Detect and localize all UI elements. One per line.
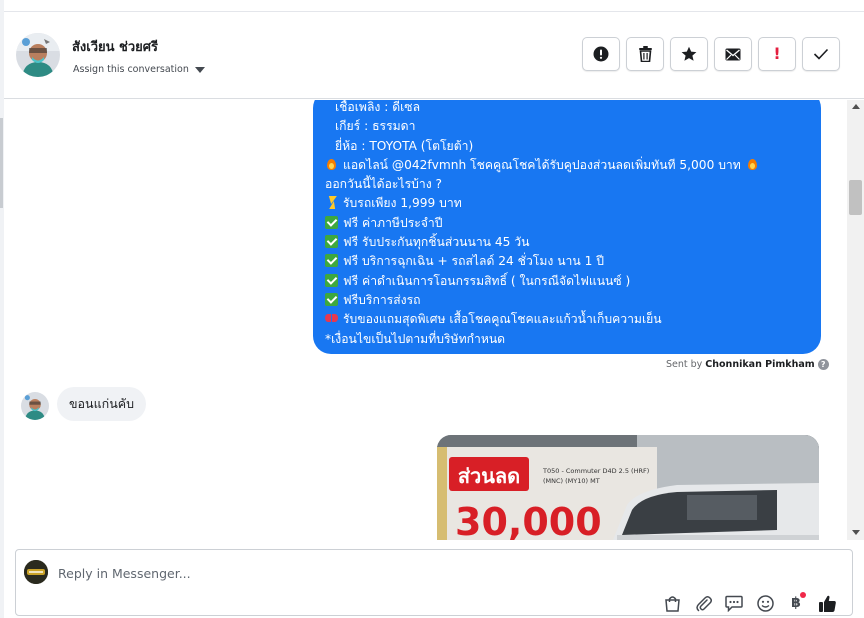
assign-conversation-dropdown[interactable]: Assign this conversation — [73, 64, 205, 75]
message-line-with-ribbon: รับของแถมสุดพิเศษ เสื้อโชคคูณโชคและแก้วน… — [325, 310, 809, 329]
message-line-with-bolt: รับรถเพียง 1,999 บาท — [325, 194, 809, 213]
assign-label: Assign this conversation — [73, 64, 189, 75]
emoji-button[interactable] — [754, 593, 776, 613]
image-attachment[interactable]: ส่วนลด T050 - Commuter D4D 2.5 (HRF) (MN… — [437, 435, 819, 540]
thumbs-up-icon — [818, 595, 836, 612]
scroll-down-arrow-icon[interactable] — [852, 530, 860, 535]
message-line-with-check: ฟรีบริการส่งรถ — [325, 291, 809, 310]
top-divider — [0, 0, 864, 12]
shopping-bag-icon — [664, 595, 680, 612]
mark-done-button[interactable] — [802, 37, 840, 71]
sent-by-prefix: Sent by — [666, 359, 703, 370]
thumbs-up-button[interactable] — [816, 593, 838, 613]
sent-by-agent-name[interactable]: Chonnikan Pimkham — [705, 359, 814, 370]
fire-icon — [746, 158, 759, 171]
trash-icon — [638, 46, 652, 62]
attach-file-button[interactable] — [692, 593, 714, 613]
scrollbar-thumb[interactable] — [849, 180, 862, 215]
star-icon — [681, 46, 697, 61]
left-scrollbar-thumb[interactable] — [0, 118, 3, 208]
discount-text: ส่วนลด — [458, 464, 520, 488]
check-box-icon — [325, 235, 338, 249]
message-line: เกียร์ : ธรรมดา — [335, 119, 416, 134]
inbox-conversation-panel: สังเวียน ช่วยศรี Assign this conversatio… — [0, 0, 864, 618]
conversation-header: สังเวียน ช่วยศรี Assign this conversatio… — [4, 12, 864, 99]
composer-tools: ฿ — [661, 592, 838, 613]
follow-up-button[interactable]: ! — [758, 37, 796, 71]
message-text: รับของแถมสุดพิเศษ เสื้อโชคคูณโชคและแก้วน… — [343, 312, 662, 327]
scroll-up-arrow-icon[interactable] — [852, 104, 860, 109]
saved-replies-icon — [725, 595, 743, 612]
outgoing-message-bubble[interactable]: เชื้อเพลิง : ดีเซล เกียร์ : ธรรมดา ยี่ห้… — [313, 100, 821, 354]
fire-icon — [325, 158, 338, 171]
message-line-with-fire: แอดไลน์ @042fvmnh โชคคูณโชคได้รับคูปองส่… — [325, 156, 809, 175]
caret-down-icon — [194, 66, 205, 73]
incoming-message-bubble[interactable]: ขอนแก่นคับ — [57, 387, 147, 421]
shopping-bag-button[interactable] — [661, 593, 683, 613]
star-button[interactable] — [670, 37, 708, 71]
model-line-2: (MNC) (MY10) MT — [543, 477, 600, 485]
message-line: ออกวันนี้ได้อะไรบ้าง ? — [325, 177, 442, 192]
message-text: ฟรี ค่าดำเนินการโอนกรรมสิทธิ์ ( ในกรณีจั… — [343, 273, 631, 288]
spam-button[interactable] — [582, 37, 620, 71]
ribbon-icon — [325, 312, 338, 325]
message-line: ยี่ห้อ : TOYOTA (โตโยต้า) — [335, 138, 474, 153]
message-line: *เงื่อนไขเป็นไปตามที่บริษัทกำหนด — [325, 331, 506, 346]
help-icon[interactable]: ? — [817, 359, 829, 370]
notification-dot — [800, 592, 806, 598]
contact-name[interactable]: สังเวียน ช่วยศรี — [72, 36, 158, 57]
check-box-icon — [325, 215, 338, 229]
contact-avatar[interactable] — [16, 33, 60, 77]
checkmark-icon — [813, 48, 829, 60]
check-box-icon — [325, 292, 338, 306]
message-line-with-check: ฟรี ค่าดำเนินการโอนกรรมสิทธิ์ ( ในกรณีจั… — [325, 272, 809, 291]
red-exclamation-icon: ! — [773, 44, 781, 63]
contact-avatar-small[interactable] — [21, 392, 49, 420]
reply-input[interactable] — [58, 563, 658, 583]
message-text: รับรถเพียง 1,999 บาท — [343, 196, 462, 211]
delete-button[interactable] — [626, 37, 664, 71]
paperclip-icon — [695, 595, 712, 611]
message-text: ฟรีบริการส่งรถ — [343, 292, 421, 307]
discount-amount: 30,000 — [455, 500, 602, 540]
check-box-icon — [325, 273, 338, 287]
payment-button[interactable]: ฿ — [785, 592, 807, 613]
exclamation-circle-icon — [593, 46, 609, 62]
message-line: เชื้อเพลิง : ดีเซล — [335, 100, 421, 114]
message-text: ฟรี บริการฉุกเฉิน + รถสไลด์ 24 ชั่วโมง น… — [343, 254, 604, 269]
baht-payment-icon: ฿ — [791, 595, 801, 611]
message-line-with-check: ฟรี บริการฉุกเฉิน + รถสไลด์ 24 ชั่วโมง น… — [325, 252, 809, 271]
message-text: ฟรี รับประกันทุกชิ้นส่วนนาน 45 วัน — [343, 235, 530, 250]
message-text: ฟรี ค่าภาษีประจำปี — [343, 215, 443, 230]
lightning-icon — [325, 196, 338, 209]
reply-composer: ฿ — [15, 549, 853, 616]
saved-replies-button[interactable] — [723, 593, 745, 613]
message-text: แอดไลน์ @042fvmnh โชคคูณโชคได้รับคูปองส่… — [343, 157, 741, 172]
check-box-icon — [325, 254, 338, 268]
conversation-actions: ! — [582, 37, 840, 71]
page-avatar — [24, 560, 48, 584]
sent-by-label: Sent by Chonnikan Pimkham ? — [666, 359, 829, 370]
message-thread[interactable]: เชื้อเพลิง : ดีเซล เกียร์ : ธรรมดา ยี่ห้… — [4, 100, 847, 540]
message-scrollbar[interactable] — [847, 100, 864, 540]
envelope-icon — [725, 48, 741, 60]
message-line-with-check: ฟรี รับประกันทุกชิ้นส่วนนาน 45 วัน — [325, 233, 809, 252]
emoji-icon — [756, 594, 774, 612]
mark-unread-button[interactable] — [714, 37, 752, 71]
message-line-with-check: ฟรี ค่าภาษีประจำปี — [325, 214, 809, 233]
model-line-1: T050 - Commuter D4D 2.5 (HRF) — [542, 467, 649, 475]
